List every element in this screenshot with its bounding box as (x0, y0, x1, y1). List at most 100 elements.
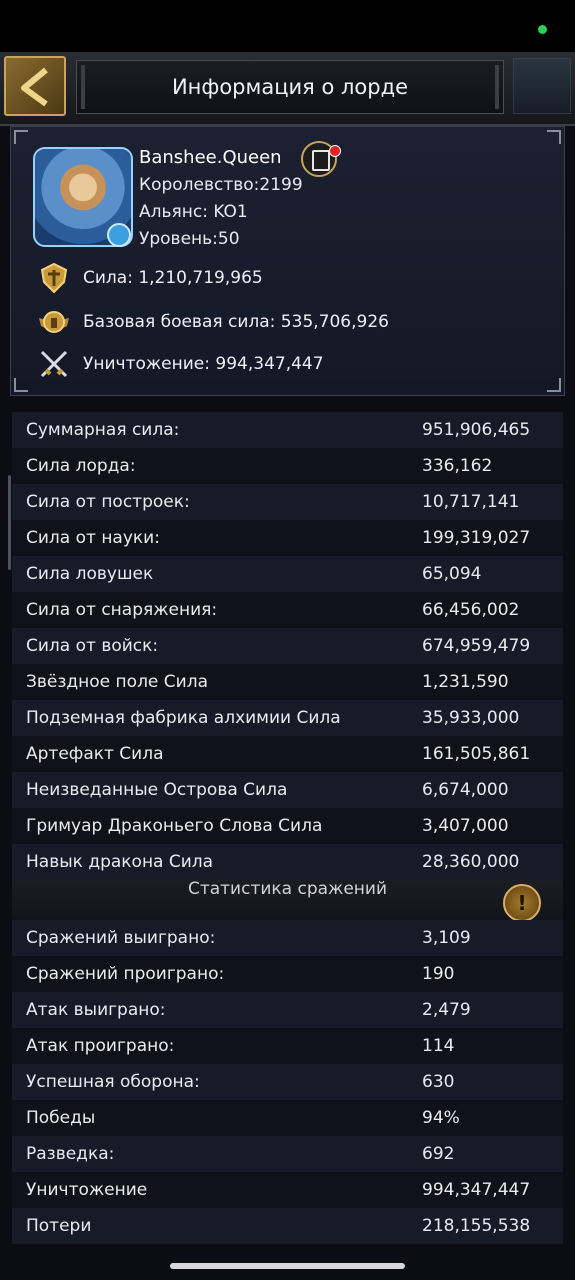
base-power-value: Базовая боевая сила: 535,706,926 (83, 312, 389, 332)
table-row: Сила лорда: 336,162 (12, 448, 563, 484)
row-value: 199,319,027 (422, 528, 531, 548)
info-icon: ! (517, 891, 527, 915)
row-label: Неизведанные Острова Сила (26, 780, 288, 800)
level-label: Уровень:50 (139, 229, 240, 249)
table-row: Атак проиграно: 114 (12, 1028, 563, 1064)
row-value: 3,109 (422, 928, 471, 948)
lord-name: Banshee.Queen (139, 147, 282, 168)
table-row: Сражений проиграно: 190 (12, 956, 563, 992)
row-label: Уничтожение (26, 1180, 148, 1200)
info-button[interactable]: ! (503, 884, 541, 922)
row-label: Сила от снаряжения: (26, 600, 218, 620)
table-row: Сила от войск: 674,959,479 (12, 628, 563, 664)
row-label: Артефакт Сила (26, 744, 164, 764)
table-row: Звёздное поле Сила 1,231,590 (12, 664, 563, 700)
avatar-badge-icon (107, 223, 131, 247)
alliance-label: Альянс: KO1 (139, 202, 248, 222)
table-row: Разведка: 692 (12, 1136, 563, 1172)
winged-helmet-icon (37, 305, 71, 339)
row-value: 951,906,465 (422, 420, 531, 440)
status-bar (0, 0, 575, 52)
row-value: 66,456,002 (422, 600, 520, 620)
kingdom-label: Королевство:2199 (139, 175, 303, 195)
table-row: Навык дракона Сила 28,360,000 (12, 844, 563, 880)
table-row: Уничтожение 994,347,447 (12, 1172, 563, 1208)
table-row: Атак выиграно: 2,479 (12, 992, 563, 1028)
row-label: Сила ловушек (26, 564, 154, 584)
row-label: Сила лорда: (26, 456, 136, 476)
row-value: 94% (422, 1108, 460, 1128)
row-label: Разведка: (26, 1144, 115, 1164)
kills-stat: Уничтожение: 994,347,447 (37, 347, 324, 381)
row-label: Подземная фабрика алхимии Сила (26, 708, 341, 728)
page-title: Информация о лорде (76, 60, 504, 114)
header-bar: Информация о лорде (0, 52, 575, 126)
row-label: Победы (26, 1108, 96, 1128)
row-value: 190 (422, 964, 455, 984)
row-value: 114 (422, 1036, 455, 1056)
back-arrow-icon (21, 67, 48, 107)
row-label: Сила от войск: (26, 636, 159, 656)
row-label: Атак выиграно: (26, 1000, 166, 1020)
table-row: Сила ловушек 65,094 (12, 556, 563, 592)
corner-decoration (14, 130, 28, 144)
row-value: 1,231,590 (422, 672, 509, 692)
back-button[interactable] (4, 56, 66, 116)
page-title-text: Информация о лорде (171, 75, 409, 99)
table-row: Сила от науки: 199,319,027 (12, 520, 563, 556)
emblem-icon (513, 58, 571, 114)
table-row: Гримуар Драконьего Слова Сила 3,407,000 (12, 808, 563, 844)
row-value: 2,479 (422, 1000, 471, 1020)
lord-profile-panel: Banshee.Queen Королевство:2199 Альянс: K… (10, 126, 565, 396)
base-power-stat: Базовая боевая сила: 535,706,926 (37, 305, 389, 339)
table-row: Подземная фабрика алхимии Сила 35,933,000 (12, 700, 563, 736)
row-label: Суммарная сила: (26, 420, 180, 440)
row-value: 6,674,000 (422, 780, 509, 800)
row-value: 218,155,538 (422, 1216, 531, 1236)
home-indicator[interactable] (170, 1263, 405, 1269)
row-label: Сражений выиграно: (26, 928, 216, 948)
row-value: 630 (422, 1072, 455, 1092)
crossed-swords-icon (37, 347, 71, 381)
row-label: Сила от построек: (26, 492, 190, 512)
row-label: Сила от науки: (26, 528, 160, 548)
notification-dot (329, 145, 341, 157)
row-label: Звёздное поле Сила (26, 672, 208, 692)
table-row: Потери 218,155,538 (12, 1208, 563, 1244)
row-value: 28,360,000 (422, 852, 520, 872)
row-value: 336,162 (422, 456, 493, 476)
row-value: 10,717,141 (422, 492, 520, 512)
table-row: Сражений выиграно: 3,109 (12, 920, 563, 956)
stats-table: Суммарная сила: 951,906,465 Сила лорда: 33… (12, 412, 563, 880)
corner-decoration (547, 130, 561, 144)
row-label: Гримуар Драконьего Слова Сила (26, 816, 323, 836)
status-indicator-dot (538, 25, 547, 34)
row-label: Сражений проиграно: (26, 964, 225, 984)
row-value: 674,959,479 (422, 636, 531, 656)
table-row: Суммарная сила: 951,906,465 (12, 412, 563, 448)
row-label: Атак проиграно: (26, 1036, 175, 1056)
kills-value: Уничтожение: 994,347,447 (83, 354, 324, 374)
row-value: 161,505,861 (422, 744, 531, 764)
table-row: Победы 94% (12, 1100, 563, 1136)
power-stat: Сила: 1,210,719,965 (37, 261, 263, 295)
battle-stats-title: Статистика сражений (187, 880, 388, 899)
scrollbar[interactable] (8, 475, 11, 570)
table-row: Успешная оборона: 630 (12, 1064, 563, 1100)
corner-decoration (547, 378, 561, 392)
row-label: Потери (26, 1216, 92, 1236)
table-row: Артефакт Сила 161,505,861 (12, 736, 563, 772)
table-row: Сила от построек: 10,717,141 (12, 484, 563, 520)
row-label: Навык дракона Сила (26, 852, 214, 872)
corner-decoration (14, 378, 28, 392)
table-row: Сила от снаряжения: 66,456,002 (12, 592, 563, 628)
row-value: 994,347,447 (422, 1180, 531, 1200)
row-value: 65,094 (422, 564, 482, 584)
row-value: 35,933,000 (422, 708, 520, 728)
row-label: Успешная оборона: (26, 1072, 200, 1092)
power-shield-icon (37, 261, 71, 295)
power-value: Сила: 1,210,719,965 (83, 268, 263, 288)
battle-stats-table: Сражений выиграно: 3,109 Сражений проигра… (12, 920, 563, 1244)
row-value: 692 (422, 1144, 455, 1164)
table-row: Неизведанные Острова Сила 6,674,000 (12, 772, 563, 808)
